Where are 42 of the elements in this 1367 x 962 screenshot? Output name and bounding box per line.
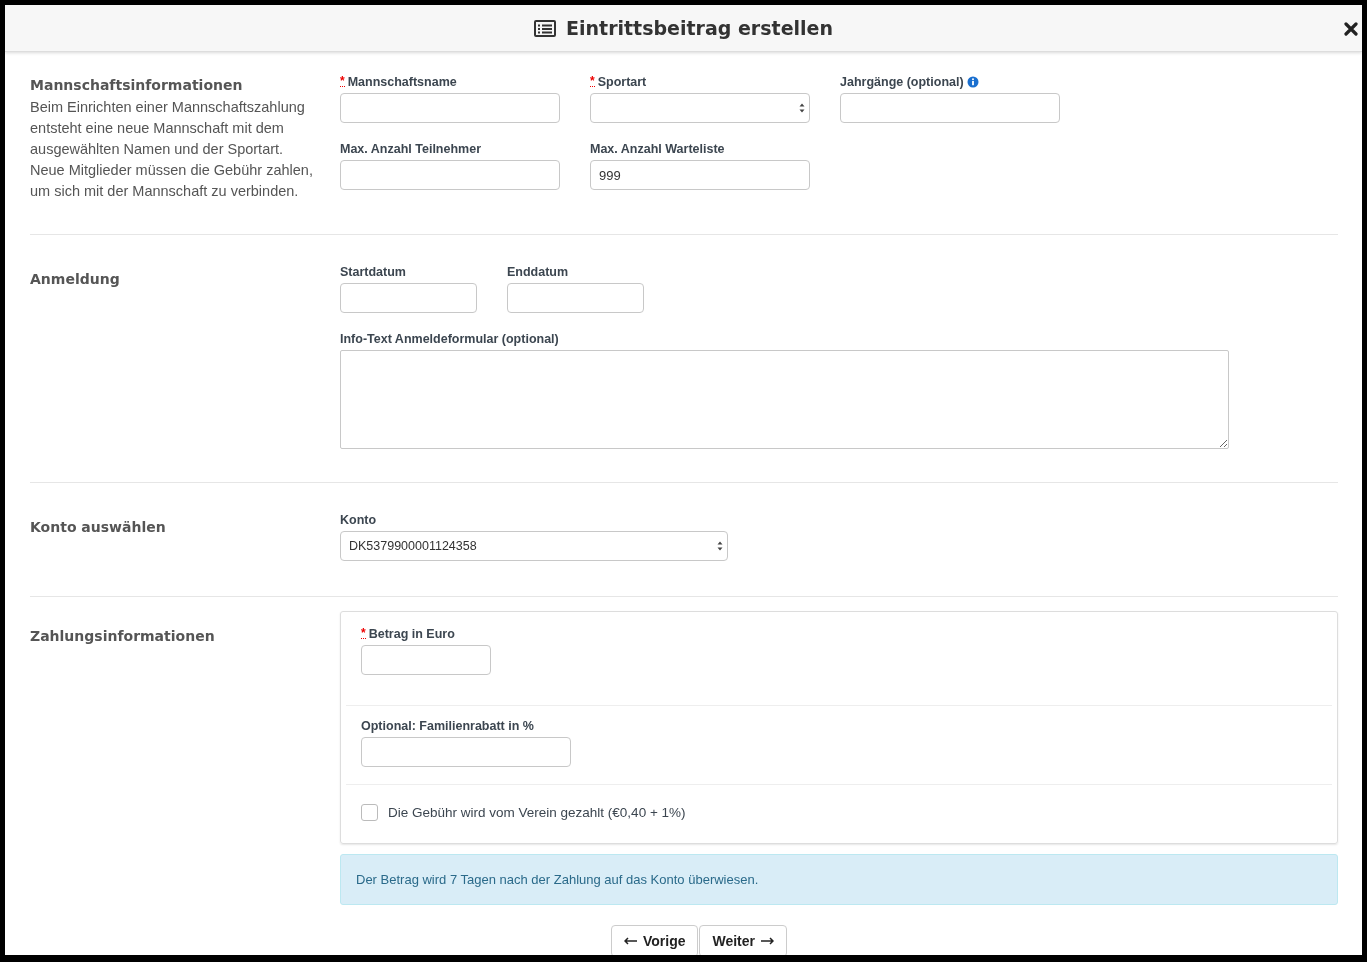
field-label: Mannschaftsname xyxy=(347,75,457,89)
field-label: Sportart xyxy=(597,75,647,89)
field-label: Betrag in Euro xyxy=(368,627,455,641)
field-label: Konto xyxy=(340,513,377,527)
select-field[interactable]: DK5379900001124358 xyxy=(340,531,728,561)
info-alert: Der Betrag wird 7 Tagen nach der Zahlung auf das Konto überwiesen. xyxy=(340,854,1338,905)
field-label: Enddatum xyxy=(507,265,569,279)
section-title: Konto auswählen xyxy=(30,519,167,535)
input-field[interactable] xyxy=(340,160,560,190)
required-mark: * xyxy=(361,629,366,639)
section-title: Anmeldung xyxy=(30,271,121,287)
input-field[interactable] xyxy=(340,93,560,123)
input-field[interactable] xyxy=(840,93,1060,123)
input-field[interactable]: 999 xyxy=(590,160,810,190)
section-description: Beim Einrichten einer Mannschaftszahlung entsteht eine neue Mannschaft mit dem ausgewählten Namen und der Sportart. Neue Mitglieder müssen die Gebühr zahlen, um sich mit der Mannschaft zu verbinden. xyxy=(30,98,314,201)
left-arrow-icon xyxy=(623,937,637,945)
field-label: Optional: Familienrabatt in % xyxy=(361,719,534,733)
required-mark: * xyxy=(590,77,595,87)
date-field[interactable] xyxy=(340,283,477,313)
checkbox-label: Die Gebühr wird vom Verein gezahlt (€0,40 + 1%) xyxy=(388,805,686,820)
field-label: Startdatum xyxy=(340,265,406,279)
checkbox[interactable] xyxy=(361,804,378,821)
dialog-title: Eintrittsbeitrag erstellen xyxy=(566,17,833,39)
input-field[interactable] xyxy=(361,645,491,675)
updown-caret-icon xyxy=(799,103,805,113)
text-area[interactable] xyxy=(340,350,1229,449)
close-icon[interactable] xyxy=(1344,22,1358,36)
input-field[interactable] xyxy=(361,737,571,767)
updown-caret-icon xyxy=(717,541,723,551)
field-label: Jahrgänge (optional) xyxy=(840,75,964,89)
right-arrow-icon xyxy=(761,937,775,945)
section-title: Zahlungsinformationen xyxy=(30,628,216,644)
section-title: Mannschaftsinformationen xyxy=(30,77,244,93)
field-label: Max. Anzahl Warteliste xyxy=(590,142,725,156)
required-mark: * xyxy=(340,77,345,87)
list-icon xyxy=(534,19,557,37)
field-label: Max. Anzahl Teilnehmer xyxy=(340,142,481,156)
next-button[interactable]: Weiter xyxy=(699,925,788,955)
field-label: Info-Text Anmeldeformular (optional) xyxy=(340,332,559,346)
select-field[interactable] xyxy=(590,93,810,123)
date-field[interactable] xyxy=(507,283,644,313)
previous-button[interactable]: Vorige xyxy=(610,925,699,955)
